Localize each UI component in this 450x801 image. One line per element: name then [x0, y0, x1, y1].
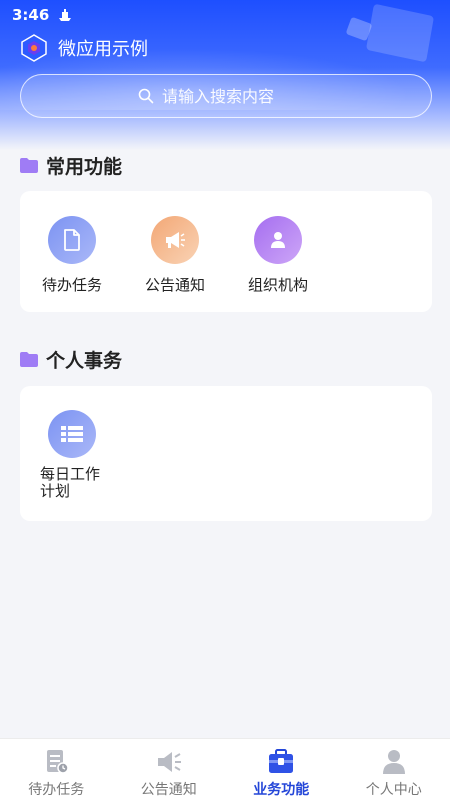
search-icon	[138, 88, 154, 104]
todo-icon	[42, 749, 70, 775]
plan-tile-icon-bg	[48, 410, 96, 458]
status-time: 3:46	[12, 6, 49, 24]
tab-notice[interactable]: 公告通知	[113, 739, 226, 801]
tile-label: 每日工作计划	[40, 466, 104, 500]
status-bar: 3:46	[12, 6, 73, 24]
search-input[interactable]	[160, 86, 314, 107]
app-logo-icon	[20, 34, 48, 62]
tab-label: 待办任务	[28, 779, 84, 799]
org-tile-icon-bg	[254, 216, 302, 264]
section-title-common: 常用功能	[20, 152, 122, 179]
tab-label: 公告通知	[141, 779, 197, 799]
megaphone-icon	[164, 231, 186, 249]
tile-label: 组织机构	[248, 274, 308, 295]
tile-notice[interactable]: 公告通知	[123, 216, 227, 295]
folder-icon	[20, 158, 38, 173]
section-title-personal: 个人事务	[20, 346, 122, 373]
personal-affairs-card: 每日工作计划	[20, 386, 432, 521]
common-functions-card: 待办任务 公告通知 组织机构	[20, 191, 432, 312]
tab-label: 个人中心	[366, 779, 422, 799]
tab-label: 业务功能	[253, 779, 309, 799]
speaker-icon	[155, 749, 183, 775]
person-icon	[269, 230, 287, 250]
notification-icon	[57, 8, 73, 22]
notice-tile-icon-bg	[151, 216, 199, 264]
tile-todo[interactable]: 待办任务	[20, 216, 124, 295]
tile-label: 公告通知	[145, 274, 205, 295]
tab-todo[interactable]: 待办任务	[0, 739, 113, 801]
todo-tile-icon-bg	[48, 216, 96, 264]
tile-label: 待办任务	[42, 274, 102, 295]
document-icon	[62, 229, 82, 251]
search-box[interactable]	[20, 74, 432, 118]
section-title-label: 个人事务	[46, 346, 122, 373]
app-title: 微应用示例	[58, 35, 148, 61]
section-title-label: 常用功能	[46, 152, 122, 179]
bottom-tab-bar: 待办任务 公告通知 业务功能 个人中心	[0, 738, 450, 801]
list-icon	[61, 426, 83, 442]
tab-business[interactable]: 业务功能	[225, 739, 338, 801]
tile-org[interactable]: 组织机构	[226, 216, 330, 295]
tab-profile[interactable]: 个人中心	[338, 739, 450, 801]
user-icon	[380, 749, 408, 775]
folder-icon	[20, 352, 38, 367]
app-title-row: 微应用示例	[20, 34, 148, 62]
tile-daily-plan[interactable]: 每日工作计划	[20, 410, 124, 500]
briefcase-icon	[267, 749, 295, 775]
